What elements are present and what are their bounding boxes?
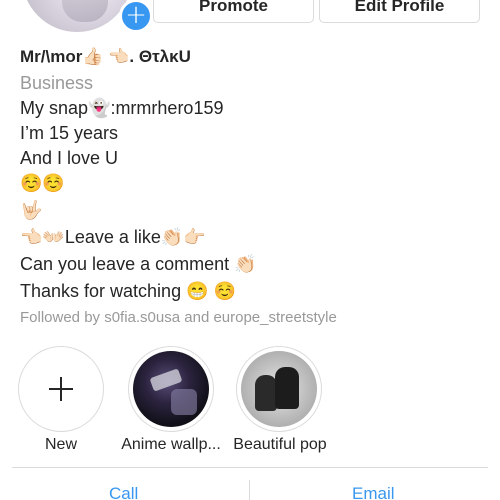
call-button[interactable]: Call [109,484,138,500]
bio-line: 🤟🏻 [20,200,43,220]
edit-profile-button[interactable]: Edit Profile [319,0,480,23]
profile-category: Business [20,73,94,93]
bio-line: ☺️☺️ [20,173,65,193]
profile-avatar-container[interactable]: + [22,0,153,33]
add-story-plus-icon[interactable]: + [119,0,153,33]
highlight-new[interactable] [18,346,104,432]
highlight-label: New [44,436,77,453]
highlight-anime-wallpapers[interactable] [128,346,214,432]
highlight-cover-image [133,351,209,427]
followed-by-text[interactable]: Followed by s0fia.s0usa and europe_stree… [20,309,337,326]
highlight-cover-image [241,351,317,427]
highlight-beautiful-pop[interactable] [236,346,322,432]
bio-line: I’m 15 years [20,123,119,143]
bio-line: Can you leave a comment 👏🏻 [20,254,257,274]
highlight-label: Anime wallp... [121,436,221,453]
bio-line: And I love U [20,148,119,168]
highlight-label: Beautiful pop [233,436,327,453]
promote-button[interactable]: Promote [153,0,314,23]
avatar[interactable] [22,0,132,32]
bio-line: Thanks for watching 😁 ☺️ [20,281,236,301]
bio-line: My snap👻:mrmrhero159 [20,98,224,118]
profile-name: Mr/\mor👍🏻 👈🏻. ΘτλκU [20,47,191,66]
divider [12,467,488,468]
bio-line: 👈🏻👐🏻Leave a like👏🏻👉🏻 [20,227,206,247]
vertical-divider [249,480,250,500]
email-button[interactable]: Email [352,484,395,500]
plus-icon-vertical [60,377,62,401]
